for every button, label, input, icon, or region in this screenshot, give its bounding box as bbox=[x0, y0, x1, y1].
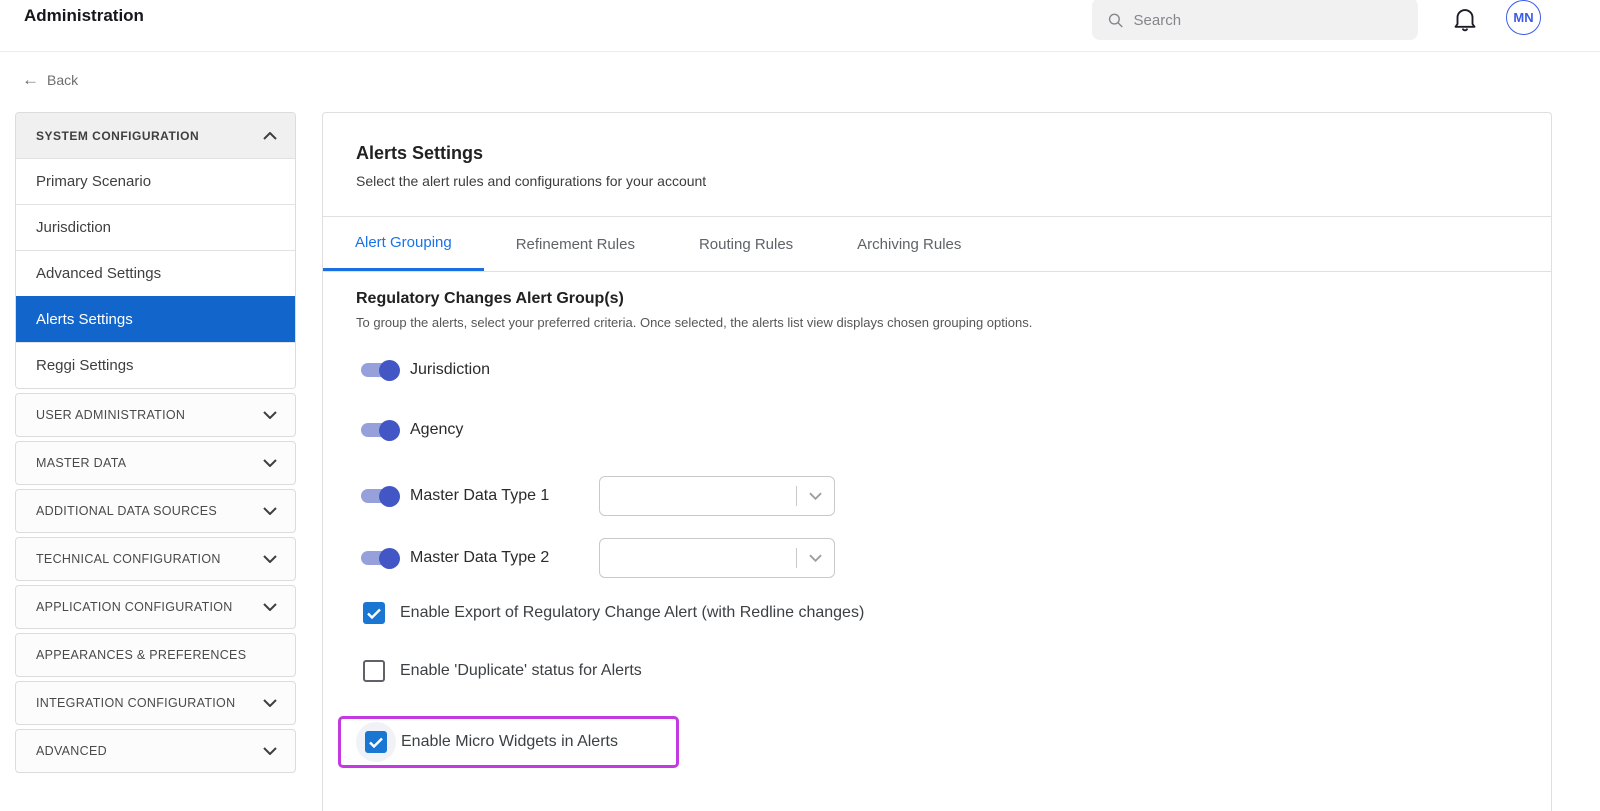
dropdown-divider bbox=[796, 486, 797, 506]
agency-toggle[interactable] bbox=[361, 423, 397, 437]
checkbox-ripple bbox=[356, 722, 396, 762]
sidebar-item-primary-scenario[interactable]: Primary Scenario bbox=[16, 158, 295, 204]
sidebar-item-jurisdiction[interactable]: Jurisdiction bbox=[16, 204, 295, 250]
toggle-row-master-data-type-2: Master Data Type 2 bbox=[361, 538, 1518, 578]
sidebar-section-label: MASTER DATA bbox=[36, 456, 126, 470]
sidebar-section-additional-data-sources[interactable]: ADDITIONAL DATA SOURCES bbox=[15, 489, 296, 533]
tab-alert-grouping[interactable]: Alert Grouping bbox=[323, 217, 484, 271]
sidebar: SYSTEM CONFIGURATION Primary Scenario Ju… bbox=[15, 112, 296, 773]
avatar-initials: MN bbox=[1513, 10, 1533, 25]
chevron-up-icon bbox=[263, 132, 277, 140]
sidebar-section-appearances-preferences[interactable]: APPEARANCES & PREFERENCES bbox=[15, 633, 296, 677]
section-description: To group the alerts, select your preferr… bbox=[356, 315, 1518, 330]
chevron-down-icon bbox=[263, 459, 277, 467]
sidebar-section-integration-configuration[interactable]: INTEGRATION CONFIGURATION bbox=[15, 681, 296, 725]
app-header: Administration MN bbox=[0, 0, 1600, 52]
panel-subtitle: Select the alert rules and configuration… bbox=[356, 173, 1518, 189]
dropdown-divider bbox=[796, 548, 797, 568]
toggle-label: Jurisdiction bbox=[410, 361, 490, 379]
chevron-down-icon bbox=[263, 555, 277, 563]
sidebar-section-label: APPLICATION CONFIGURATION bbox=[36, 600, 233, 614]
checkbox-label: Enable Export of Regulatory Change Alert… bbox=[400, 604, 864, 622]
back-arrow-icon: ← bbox=[22, 70, 39, 90]
sidebar-section-label: SYSTEM CONFIGURATION bbox=[36, 129, 199, 143]
tab-content: Regulatory Changes Alert Group(s) To gro… bbox=[323, 272, 1551, 768]
tab-routing-rules[interactable]: Routing Rules bbox=[667, 217, 825, 271]
chevron-down-icon bbox=[263, 411, 277, 419]
search-input[interactable] bbox=[1134, 12, 1404, 29]
master-data-type-1-toggle[interactable] bbox=[361, 489, 397, 503]
sidebar-section-label: ADDITIONAL DATA SOURCES bbox=[36, 504, 217, 518]
sidebar-section-system-configuration: SYSTEM CONFIGURATION Primary Scenario Ju… bbox=[15, 112, 296, 389]
chevron-down-icon bbox=[809, 492, 822, 500]
micro-widgets-highlight-box: Enable Micro Widgets in Alerts bbox=[338, 716, 679, 768]
search-icon bbox=[1108, 12, 1124, 29]
sidebar-item-label: Advanced Settings bbox=[36, 265, 161, 282]
toggle-knob bbox=[379, 360, 400, 381]
alert-option-checkboxes: Enable Export of Regulatory Change Alert… bbox=[356, 600, 1518, 768]
master-data-type-2-dropdown[interactable] bbox=[599, 538, 835, 578]
checkbox-label: Enable Micro Widgets in Alerts bbox=[401, 733, 618, 751]
sidebar-section-advanced[interactable]: ADVANCED bbox=[15, 729, 296, 773]
sidebar-section-label: APPEARANCES & PREFERENCES bbox=[36, 648, 246, 662]
alerts-settings-panel: Alerts Settings Select the alert rules a… bbox=[322, 112, 1552, 811]
sidebar-section-label: ADVANCED bbox=[36, 744, 107, 758]
tab-refinement-rules[interactable]: Refinement Rules bbox=[484, 217, 667, 271]
sidebar-section-application-configuration[interactable]: APPLICATION CONFIGURATION bbox=[15, 585, 296, 629]
sidebar-item-reggi-settings[interactable]: Reggi Settings bbox=[16, 342, 295, 388]
sidebar-item-label: Primary Scenario bbox=[36, 173, 151, 190]
jurisdiction-toggle[interactable] bbox=[361, 363, 397, 377]
search-box[interactable] bbox=[1092, 0, 1418, 40]
notifications-button[interactable] bbox=[1450, 4, 1480, 34]
sidebar-item-label: Reggi Settings bbox=[36, 357, 134, 374]
toggle-knob bbox=[379, 486, 400, 507]
checkmark-icon bbox=[367, 608, 381, 619]
checkbox-row-enable-duplicate: Enable 'Duplicate' status for Alerts bbox=[363, 658, 1518, 684]
sidebar-item-alerts-settings[interactable]: Alerts Settings bbox=[16, 296, 295, 342]
toggle-knob bbox=[379, 548, 400, 569]
sidebar-section-user-administration[interactable]: USER ADMINISTRATION bbox=[15, 393, 296, 437]
sidebar-section-label: USER ADMINISTRATION bbox=[36, 408, 185, 422]
enable-duplicate-checkbox[interactable] bbox=[363, 660, 385, 682]
section-title: Regulatory Changes Alert Group(s) bbox=[356, 290, 1518, 308]
back-label: Back bbox=[47, 72, 78, 88]
sidebar-section-technical-configuration[interactable]: TECHNICAL CONFIGURATION bbox=[15, 537, 296, 581]
sidebar-item-advanced-settings[interactable]: Advanced Settings bbox=[16, 250, 295, 296]
toggle-label: Agency bbox=[410, 421, 463, 439]
enable-export-checkbox[interactable] bbox=[363, 602, 385, 624]
toggle-label: Master Data Type 2 bbox=[410, 549, 599, 567]
checkbox-label: Enable 'Duplicate' status for Alerts bbox=[400, 662, 642, 680]
toggle-row-jurisdiction: Jurisdiction bbox=[361, 356, 1518, 384]
chevron-down-icon bbox=[263, 507, 277, 515]
bell-icon bbox=[1450, 4, 1480, 34]
grouping-toggles: Jurisdiction Agency Master Data Type 1 M… bbox=[356, 356, 1518, 578]
checkmark-icon bbox=[369, 737, 383, 748]
chevron-down-icon bbox=[263, 747, 277, 755]
tab-bar: Alert Grouping Refinement Rules Routing … bbox=[323, 217, 1551, 272]
chevron-down-icon bbox=[263, 603, 277, 611]
avatar[interactable]: MN bbox=[1506, 0, 1541, 35]
checkbox-row-enable-export: Enable Export of Regulatory Change Alert… bbox=[363, 600, 1518, 626]
sidebar-section-header-system-configuration[interactable]: SYSTEM CONFIGURATION bbox=[16, 113, 295, 158]
master-data-type-2-toggle[interactable] bbox=[361, 551, 397, 565]
enable-micro-widgets-checkbox[interactable] bbox=[365, 731, 387, 753]
back-link[interactable]: ← Back bbox=[22, 70, 78, 90]
sidebar-section-label: INTEGRATION CONFIGURATION bbox=[36, 696, 235, 710]
chevron-down-icon bbox=[263, 699, 277, 707]
panel-header: Alerts Settings Select the alert rules a… bbox=[323, 113, 1551, 217]
panel-title: Alerts Settings bbox=[356, 143, 1518, 164]
sidebar-section-master-data[interactable]: MASTER DATA bbox=[15, 441, 296, 485]
sidebar-item-label: Alerts Settings bbox=[36, 311, 133, 328]
sidebar-item-label: Jurisdiction bbox=[36, 219, 111, 236]
toggle-label: Master Data Type 1 bbox=[410, 487, 599, 505]
tab-archiving-rules[interactable]: Archiving Rules bbox=[825, 217, 993, 271]
master-data-type-1-dropdown[interactable] bbox=[599, 476, 835, 516]
toggle-row-master-data-type-1: Master Data Type 1 bbox=[361, 476, 1518, 516]
sidebar-section-label: TECHNICAL CONFIGURATION bbox=[36, 552, 221, 566]
toggle-row-agency: Agency bbox=[361, 416, 1518, 444]
toggle-knob bbox=[379, 420, 400, 441]
page-title: Administration bbox=[24, 6, 144, 26]
chevron-down-icon bbox=[809, 554, 822, 562]
